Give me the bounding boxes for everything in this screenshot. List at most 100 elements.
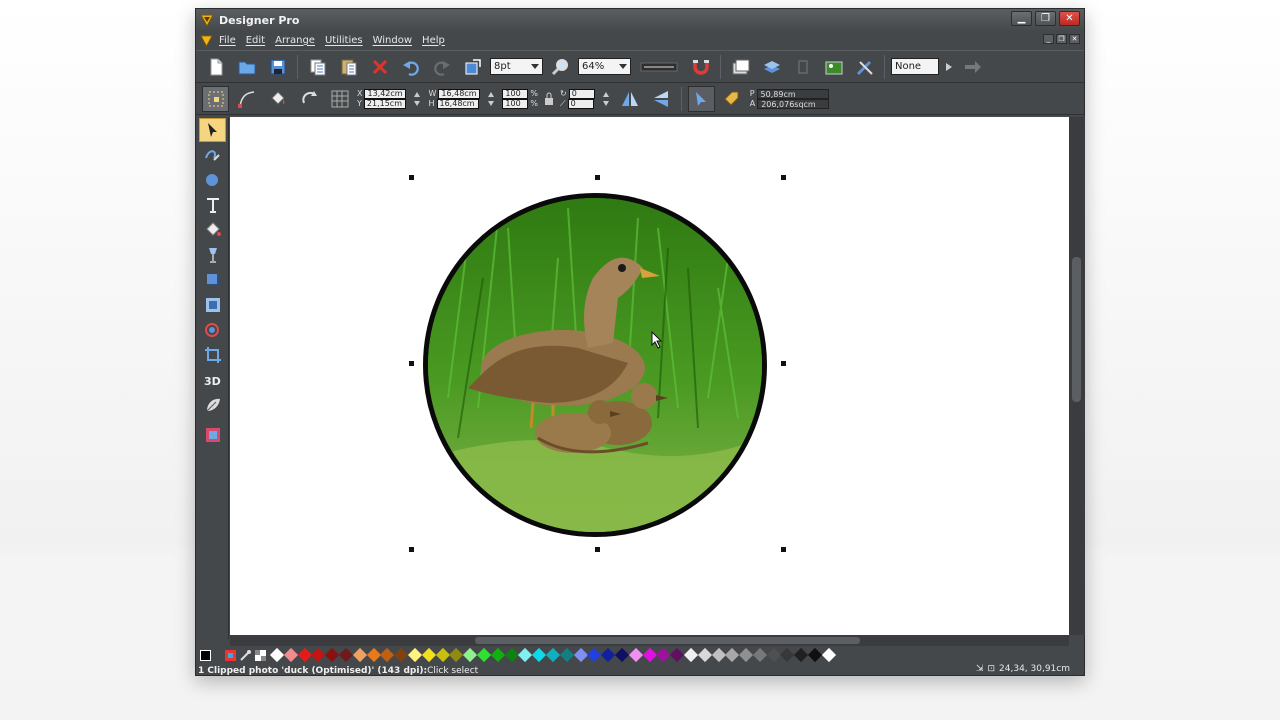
frame-button[interactable] <box>789 54 816 80</box>
menu-arrange[interactable]: Arrange <box>275 35 315 46</box>
clipped-duck-photo[interactable] <box>423 193 767 537</box>
colour-swatch[interactable] <box>656 647 671 663</box>
3d-tool[interactable]: 3D <box>199 368 226 392</box>
horizontal-scroll-thumb[interactable] <box>475 637 860 644</box>
save-button[interactable] <box>264 54 291 80</box>
colour-swatch[interactable] <box>311 647 326 663</box>
no-colour-swatch[interactable] <box>200 649 211 661</box>
new-document-button[interactable] <box>202 54 229 80</box>
colour-swatch[interactable] <box>449 647 464 663</box>
colour-swatch[interactable] <box>421 647 436 663</box>
menu-edit[interactable]: Edit <box>246 35 265 46</box>
horizontal-scrollbar[interactable] <box>230 635 1069 646</box>
skew-input[interactable]: 0 <box>567 98 594 109</box>
play-small-button[interactable] <box>943 54 955 80</box>
selection-handle[interactable] <box>409 361 414 366</box>
colour-swatch[interactable] <box>683 647 698 663</box>
close-button[interactable]: ✕ <box>1059 11 1080 26</box>
position-nudge[interactable] <box>410 86 424 112</box>
colour-swatch[interactable] <box>766 647 781 663</box>
page-button[interactable] <box>727 54 754 80</box>
drawing-canvas[interactable] <box>230 117 1069 635</box>
flip-vertical-button[interactable] <box>648 86 675 112</box>
doc-close-button[interactable]: ✕ <box>1069 34 1080 44</box>
colour-swatch[interactable] <box>794 647 809 663</box>
selection-handle[interactable] <box>595 547 600 552</box>
angle-nudge[interactable] <box>599 86 613 112</box>
colour-swatch[interactable] <box>697 647 712 663</box>
y-position-input[interactable]: 21,15cm <box>363 98 406 109</box>
colour-swatch[interactable] <box>325 647 340 663</box>
colour-swatch[interactable] <box>587 647 602 663</box>
fill-button[interactable] <box>264 86 291 112</box>
selection-handle[interactable] <box>409 175 414 180</box>
zoom-combo[interactable]: 64% <box>578 58 631 75</box>
colour-swatch[interactable] <box>366 647 381 663</box>
live-effects-tool[interactable] <box>199 423 226 447</box>
contour-tool[interactable] <box>199 318 226 342</box>
zoom-button[interactable] <box>547 54 574 80</box>
crop-tool[interactable] <box>199 343 226 367</box>
colour-swatch[interactable] <box>821 647 836 663</box>
open-button[interactable] <box>233 54 260 80</box>
colour-swatch[interactable] <box>614 647 629 663</box>
minimize-button[interactable]: ▁ <box>1011 11 1032 26</box>
selection-handle[interactable] <box>781 175 786 180</box>
vertical-scrollbar[interactable] <box>1069 117 1085 635</box>
menu-file[interactable]: File <box>219 35 236 46</box>
colour-swatch[interactable] <box>407 647 423 663</box>
menu-help[interactable]: Help <box>422 35 445 46</box>
colour-swatch[interactable] <box>739 647 754 663</box>
text-tool[interactable] <box>199 193 226 217</box>
bitmap-button[interactable] <box>820 54 847 80</box>
scale-h-input[interactable]: 100 <box>502 98 529 109</box>
eyedropper-icon[interactable] <box>240 649 251 661</box>
feather-tool[interactable] <box>199 393 226 417</box>
colour-swatch[interactable] <box>711 647 726 663</box>
colour-swatch[interactable] <box>380 647 395 663</box>
paste-button[interactable] <box>335 54 362 80</box>
line-width-combo[interactable]: 8pt <box>490 58 543 75</box>
copy-button[interactable] <box>304 54 331 80</box>
ellipse-tool[interactable] <box>199 168 226 192</box>
colour-swatch[interactable] <box>670 647 685 663</box>
layers-button[interactable] <box>758 54 785 80</box>
grid-button[interactable] <box>326 86 353 112</box>
redo-button[interactable] <box>428 54 455 80</box>
lock-aspect-button[interactable] <box>542 86 556 112</box>
snap-magnet-button[interactable] <box>687 54 714 80</box>
height-input[interactable]: 16,48cm <box>436 98 479 109</box>
doc-minimize-button[interactable]: _ <box>1043 34 1054 44</box>
angle-input[interactable]: 0 <box>568 88 595 99</box>
colour-swatch[interactable] <box>269 647 285 663</box>
colour-swatch[interactable] <box>504 647 519 663</box>
colour-swatch[interactable] <box>490 647 505 663</box>
colour-swatch[interactable] <box>518 647 533 663</box>
transparent-swatch-icon[interactable] <box>255 649 266 661</box>
menu-utilities[interactable]: Utilities <box>325 35 363 46</box>
colour-swatch[interactable] <box>601 647 616 663</box>
delete-button[interactable] <box>366 54 393 80</box>
colour-swatch[interactable] <box>394 647 409 663</box>
tools-button[interactable] <box>851 54 878 80</box>
none-combo[interactable]: None <box>891 58 939 75</box>
colour-swatch[interactable] <box>476 647 492 663</box>
doc-restore-button[interactable]: ❐ <box>1056 34 1067 44</box>
rotate-button[interactable] <box>295 86 322 112</box>
x-position-input[interactable]: 13,42cm <box>364 88 407 99</box>
selection-handle[interactable] <box>409 547 414 552</box>
edit-curve-button[interactable] <box>233 86 260 112</box>
colour-swatch[interactable] <box>545 647 561 663</box>
freehand-tool[interactable] <box>199 143 226 167</box>
width-input[interactable]: 16,48cm <box>438 88 481 99</box>
colour-editor-icon[interactable] <box>225 649 236 661</box>
colour-swatch[interactable] <box>780 647 795 663</box>
selection-handle[interactable] <box>781 547 786 552</box>
fill-tool[interactable] <box>199 218 226 242</box>
undo-button[interactable] <box>397 54 424 80</box>
scale-w-input[interactable]: 100 <box>502 88 529 99</box>
colour-swatch[interactable] <box>435 647 450 663</box>
size-nudge[interactable] <box>484 86 498 112</box>
vertical-scroll-thumb[interactable] <box>1072 257 1081 402</box>
line-style-button[interactable] <box>635 54 683 80</box>
